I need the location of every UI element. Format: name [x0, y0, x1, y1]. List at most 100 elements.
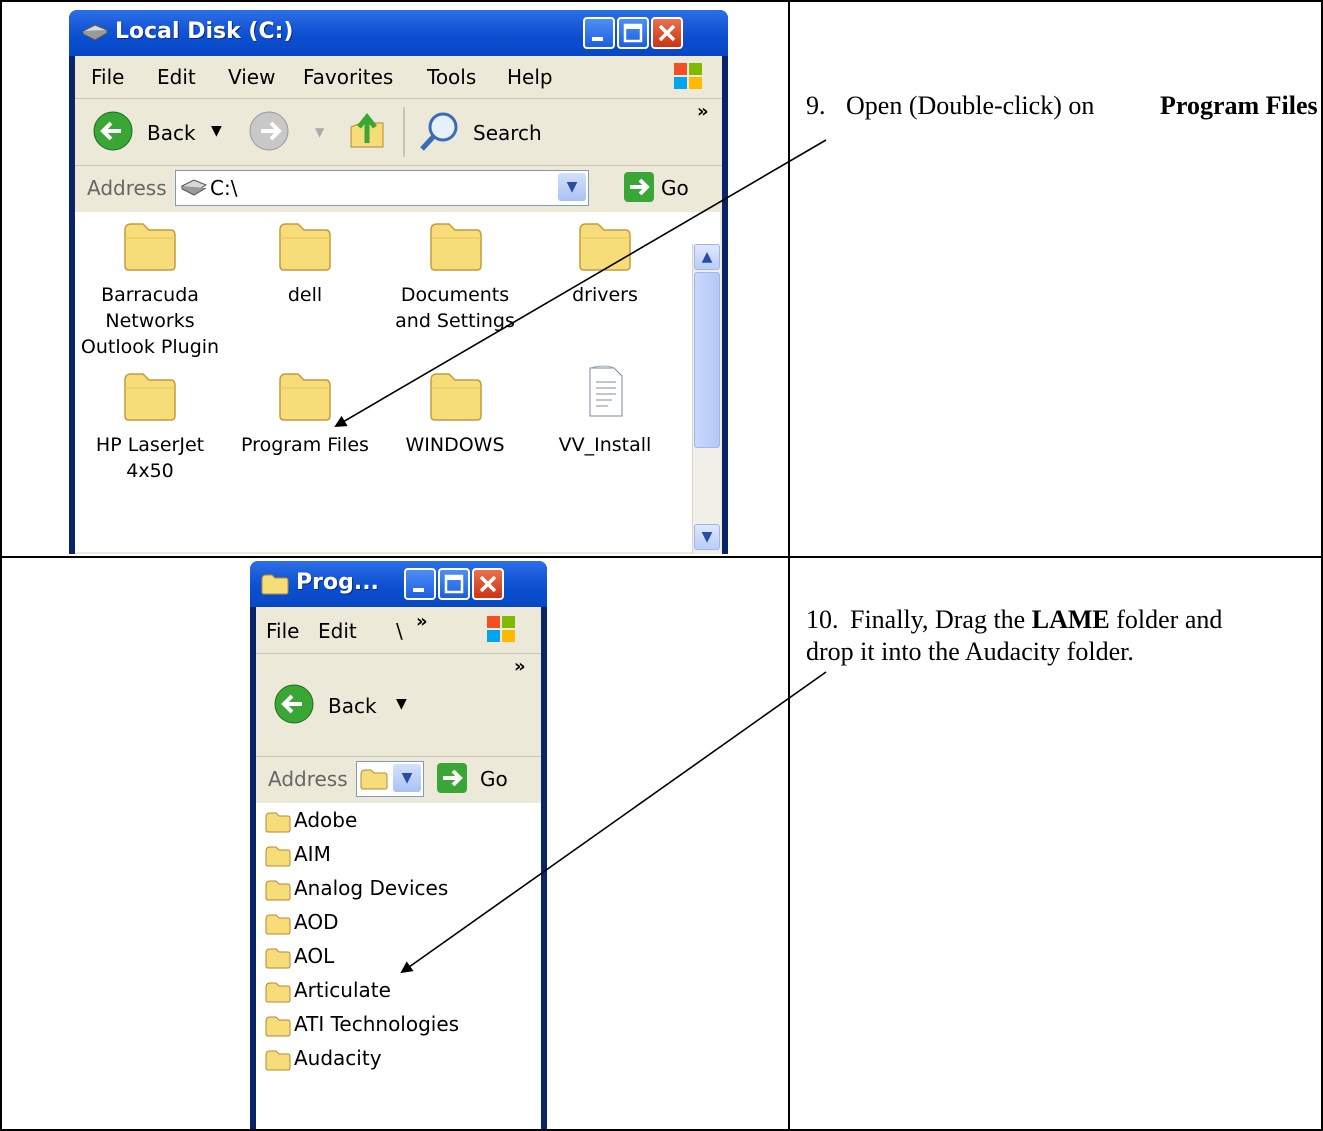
folder-icon	[265, 1016, 291, 1036]
menu-favorites[interactable]: Favorites	[303, 65, 393, 89]
windows-logo-icon	[484, 613, 518, 650]
folder-icon	[279, 223, 331, 271]
menu-file[interactable]: File	[266, 619, 299, 643]
vertical-scrollbar[interactable]: ▲ ▼	[692, 244, 721, 554]
folder-item[interactable]: drivers	[530, 212, 680, 372]
scroll-down-button[interactable]: ▼	[694, 524, 720, 550]
search-icon	[420, 112, 458, 151]
close-button[interactable]	[651, 17, 683, 49]
document-icon	[589, 365, 623, 417]
go-button[interactable]	[436, 762, 468, 799]
table-border-top	[0, 0, 1323, 2]
table-border-left	[0, 0, 2, 1131]
menu-edit[interactable]: Edit	[157, 65, 196, 89]
go-arrow-icon	[624, 172, 654, 202]
go-arrow-icon	[437, 763, 467, 793]
folder-icon	[265, 846, 291, 866]
folder-name: Audacity	[294, 1046, 382, 1070]
back-label[interactable]: Back	[328, 694, 377, 718]
menu-file[interactable]: File	[91, 65, 124, 89]
folder-icon	[265, 948, 291, 968]
menu-bar: File Edit \ »	[256, 607, 541, 654]
address-value: C:\	[210, 176, 238, 200]
drive-icon	[81, 23, 109, 45]
step-bold-target: Program Files	[1160, 91, 1318, 120]
folder-icon	[579, 223, 631, 271]
minimize-button[interactable]	[404, 568, 436, 600]
address-label: Address	[87, 176, 167, 200]
folder-item-program-files[interactable]: Program Files	[230, 362, 380, 502]
explorer-window-program-files: Prog... File Edit \ » » Back ▼ Address ▼…	[250, 561, 547, 1129]
folder-item[interactable]: Documents and Settings	[375, 212, 535, 372]
address-input[interactable]: C:\ ▼	[175, 170, 589, 206]
forward-button[interactable]	[247, 109, 291, 158]
windows-logo-icon	[671, 60, 705, 97]
title-bar[interactable]: Local Disk (C:)	[69, 10, 728, 56]
folder-item[interactable]: HP LaserJet 4x50	[75, 362, 225, 502]
go-button[interactable]	[623, 171, 655, 208]
search-button[interactable]	[417, 109, 463, 158]
folder-label: WINDOWS	[405, 434, 505, 456]
list-item[interactable]: Analog Devices	[264, 871, 448, 905]
menu-bar: File Edit View Favorites Tools Help	[75, 56, 722, 99]
maximize-button[interactable]	[617, 17, 649, 49]
list-item[interactable]: ATI Technologies	[264, 1007, 459, 1041]
table-border-row	[0, 556, 1323, 558]
address-input[interactable]: ▼	[356, 761, 424, 797]
toolbar-chevron[interactable]: »	[697, 101, 709, 122]
step-text: Open (Double-click) on	[846, 91, 1095, 120]
folder-icon	[430, 223, 482, 271]
back-button[interactable]	[91, 109, 135, 158]
up-folder-icon	[350, 112, 384, 148]
title-bar[interactable]: Prog...	[250, 561, 547, 607]
scroll-thumb[interactable]	[694, 272, 720, 448]
forward-arrow-icon	[249, 111, 289, 151]
folder-icon	[124, 373, 176, 421]
go-label[interactable]: Go	[661, 176, 689, 200]
step-10-instruction: 10. Finally, Drag the LAME folder and dro…	[806, 604, 1276, 668]
back-label[interactable]: Back	[147, 121, 196, 145]
menu-view[interactable]: View	[228, 65, 275, 89]
back-dropdown-icon[interactable]: ▼	[211, 123, 222, 139]
folder-name: Analog Devices	[294, 876, 449, 900]
file-item[interactable]: VV_Install	[530, 362, 680, 502]
folder-icon	[265, 812, 291, 832]
list-item[interactable]: Articulate	[264, 973, 391, 1007]
list-item[interactable]: AOL	[264, 939, 334, 973]
folder-icon	[430, 373, 482, 421]
minimize-button[interactable]	[583, 17, 615, 49]
back-dropdown-icon[interactable]: ▼	[396, 696, 407, 712]
list-item[interactable]: Adobe	[264, 803, 357, 837]
step-number: 10.	[806, 605, 839, 634]
folder-item[interactable]: WINDOWS	[375, 362, 535, 502]
back-arrow-icon	[274, 684, 314, 724]
folder-name: ATI Technologies	[294, 1012, 460, 1036]
search-label[interactable]: Search	[473, 121, 542, 145]
close-button[interactable]	[472, 568, 504, 600]
address-bar: Address C:\ ▼ Go	[75, 166, 722, 210]
address-dropdown-button[interactable]: ▼	[558, 173, 586, 201]
list-item[interactable]: AOD	[264, 905, 338, 939]
maximize-button[interactable]	[438, 568, 470, 600]
folder-name: Articulate	[294, 978, 391, 1002]
menu-edit[interactable]: Edit	[318, 619, 357, 643]
list-item[interactable]: Audacity	[264, 1041, 382, 1075]
address-dropdown-button[interactable]: ▼	[393, 764, 421, 792]
menu-chevron[interactable]: »	[416, 611, 428, 632]
window-body: File Edit View Favorites Tools Help Back…	[75, 56, 722, 554]
folder-label: Documents and Settings	[395, 284, 515, 332]
back-button[interactable]	[272, 682, 316, 731]
menu-view-truncated[interactable]: \	[396, 619, 403, 643]
go-label[interactable]: Go	[480, 767, 508, 791]
menu-help[interactable]: Help	[507, 65, 553, 89]
explorer-window-local-disk: Local Disk (C:) File Edit View Favorites…	[69, 10, 728, 554]
scroll-up-button[interactable]: ▲	[694, 244, 720, 270]
up-folder-button[interactable]	[347, 109, 387, 158]
folder-name: Adobe	[294, 808, 358, 832]
folder-item[interactable]: dell	[230, 212, 380, 372]
toolbar-chevron[interactable]: »	[514, 656, 526, 677]
menu-tools[interactable]: Tools	[427, 65, 476, 89]
list-item[interactable]: AIM	[264, 837, 331, 871]
folder-name: AOL	[294, 944, 335, 968]
folder-item[interactable]: Barracuda Networks Outlook Plugin	[75, 212, 225, 372]
